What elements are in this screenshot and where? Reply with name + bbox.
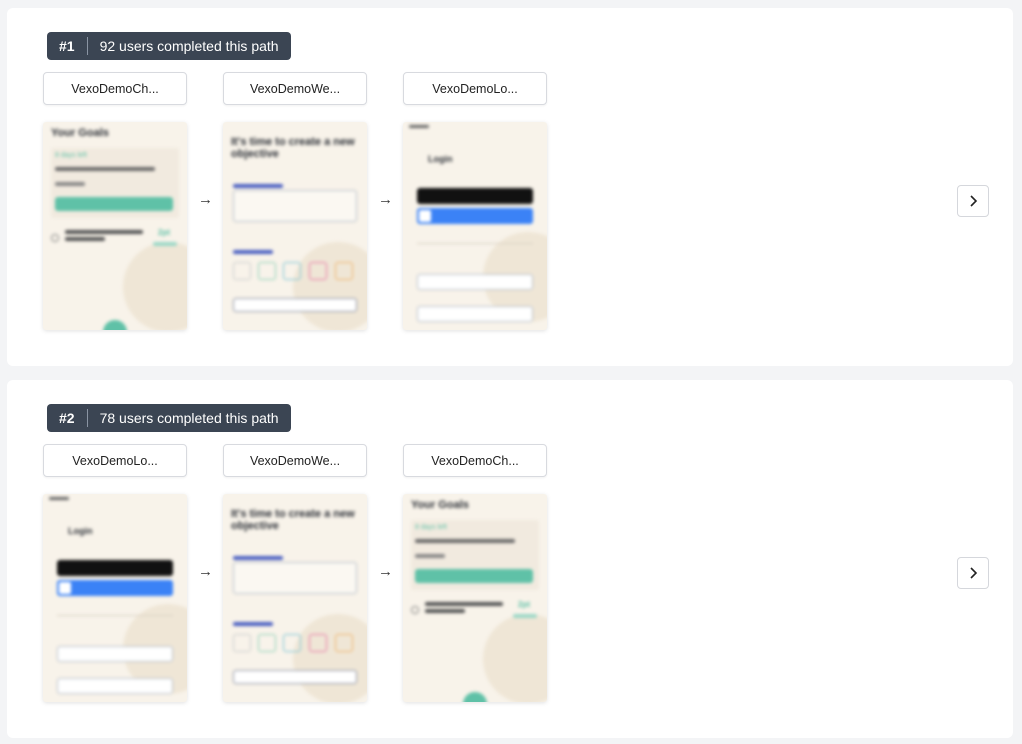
path-rank: #2 — [59, 410, 75, 426]
path-rank: #1 — [59, 38, 75, 54]
path-step-1[interactable]: VexoDemoLo... Login — [43, 444, 187, 702]
arrow-right-icon: → — [198, 563, 213, 580]
screen-thumbnail-objective[interactable]: It's time to create a new objective — [223, 494, 367, 702]
next-chevron-button[interactable] — [957, 557, 989, 589]
chevron-right-icon — [970, 567, 978, 579]
path-summary: 92 users completed this path — [99, 38, 279, 54]
path-card-2: #2 78 users completed this path VexoDemo… — [7, 380, 1013, 738]
arrow-right-icon: → — [378, 563, 393, 580]
badge-divider — [86, 409, 88, 427]
screen-thumbnail-goals[interactable]: Your Goals 8 days left 2pt — [403, 494, 547, 702]
path-step-1[interactable]: VexoDemoCh... Your Goals 8 days left 2pt — [43, 72, 187, 330]
screen-thumbnail-objective[interactable]: It's time to create a new objective — [223, 122, 367, 330]
path-step-2[interactable]: VexoDemoWe... It's time to create a new … — [223, 72, 367, 330]
path-summary: 78 users completed this path — [99, 410, 279, 426]
next-chevron-button[interactable] — [957, 185, 989, 217]
path-card-1: #1 92 users completed this path VexoDemo… — [7, 8, 1013, 366]
arrow-right-icon: → — [378, 191, 393, 208]
step-label[interactable]: VexoDemoLo... — [403, 72, 547, 105]
step-label[interactable]: VexoDemoCh... — [43, 72, 187, 105]
screen-thumbnail-login[interactable]: Login — [403, 122, 547, 330]
chevron-right-icon — [970, 195, 978, 207]
path-badge: #1 92 users completed this path — [47, 32, 291, 60]
badge-divider — [86, 37, 88, 55]
screen-thumbnail-goals[interactable]: Your Goals 8 days left 2pt — [43, 122, 187, 330]
path-badge: #2 78 users completed this path — [47, 404, 291, 432]
step-label[interactable]: VexoDemoWe... — [223, 444, 367, 477]
step-label[interactable]: VexoDemoCh... — [403, 444, 547, 477]
step-label[interactable]: VexoDemoLo... — [43, 444, 187, 477]
step-label[interactable]: VexoDemoWe... — [223, 72, 367, 105]
path-step-2[interactable]: VexoDemoWe... It's time to create a new … — [223, 444, 367, 702]
path-step-3[interactable]: VexoDemoCh... Your Goals 8 days left 2pt — [403, 444, 547, 702]
path-step-3[interactable]: VexoDemoLo... Login — [403, 72, 547, 330]
arrow-right-icon: → — [198, 191, 213, 208]
screen-thumbnail-login[interactable]: Login — [43, 494, 187, 702]
